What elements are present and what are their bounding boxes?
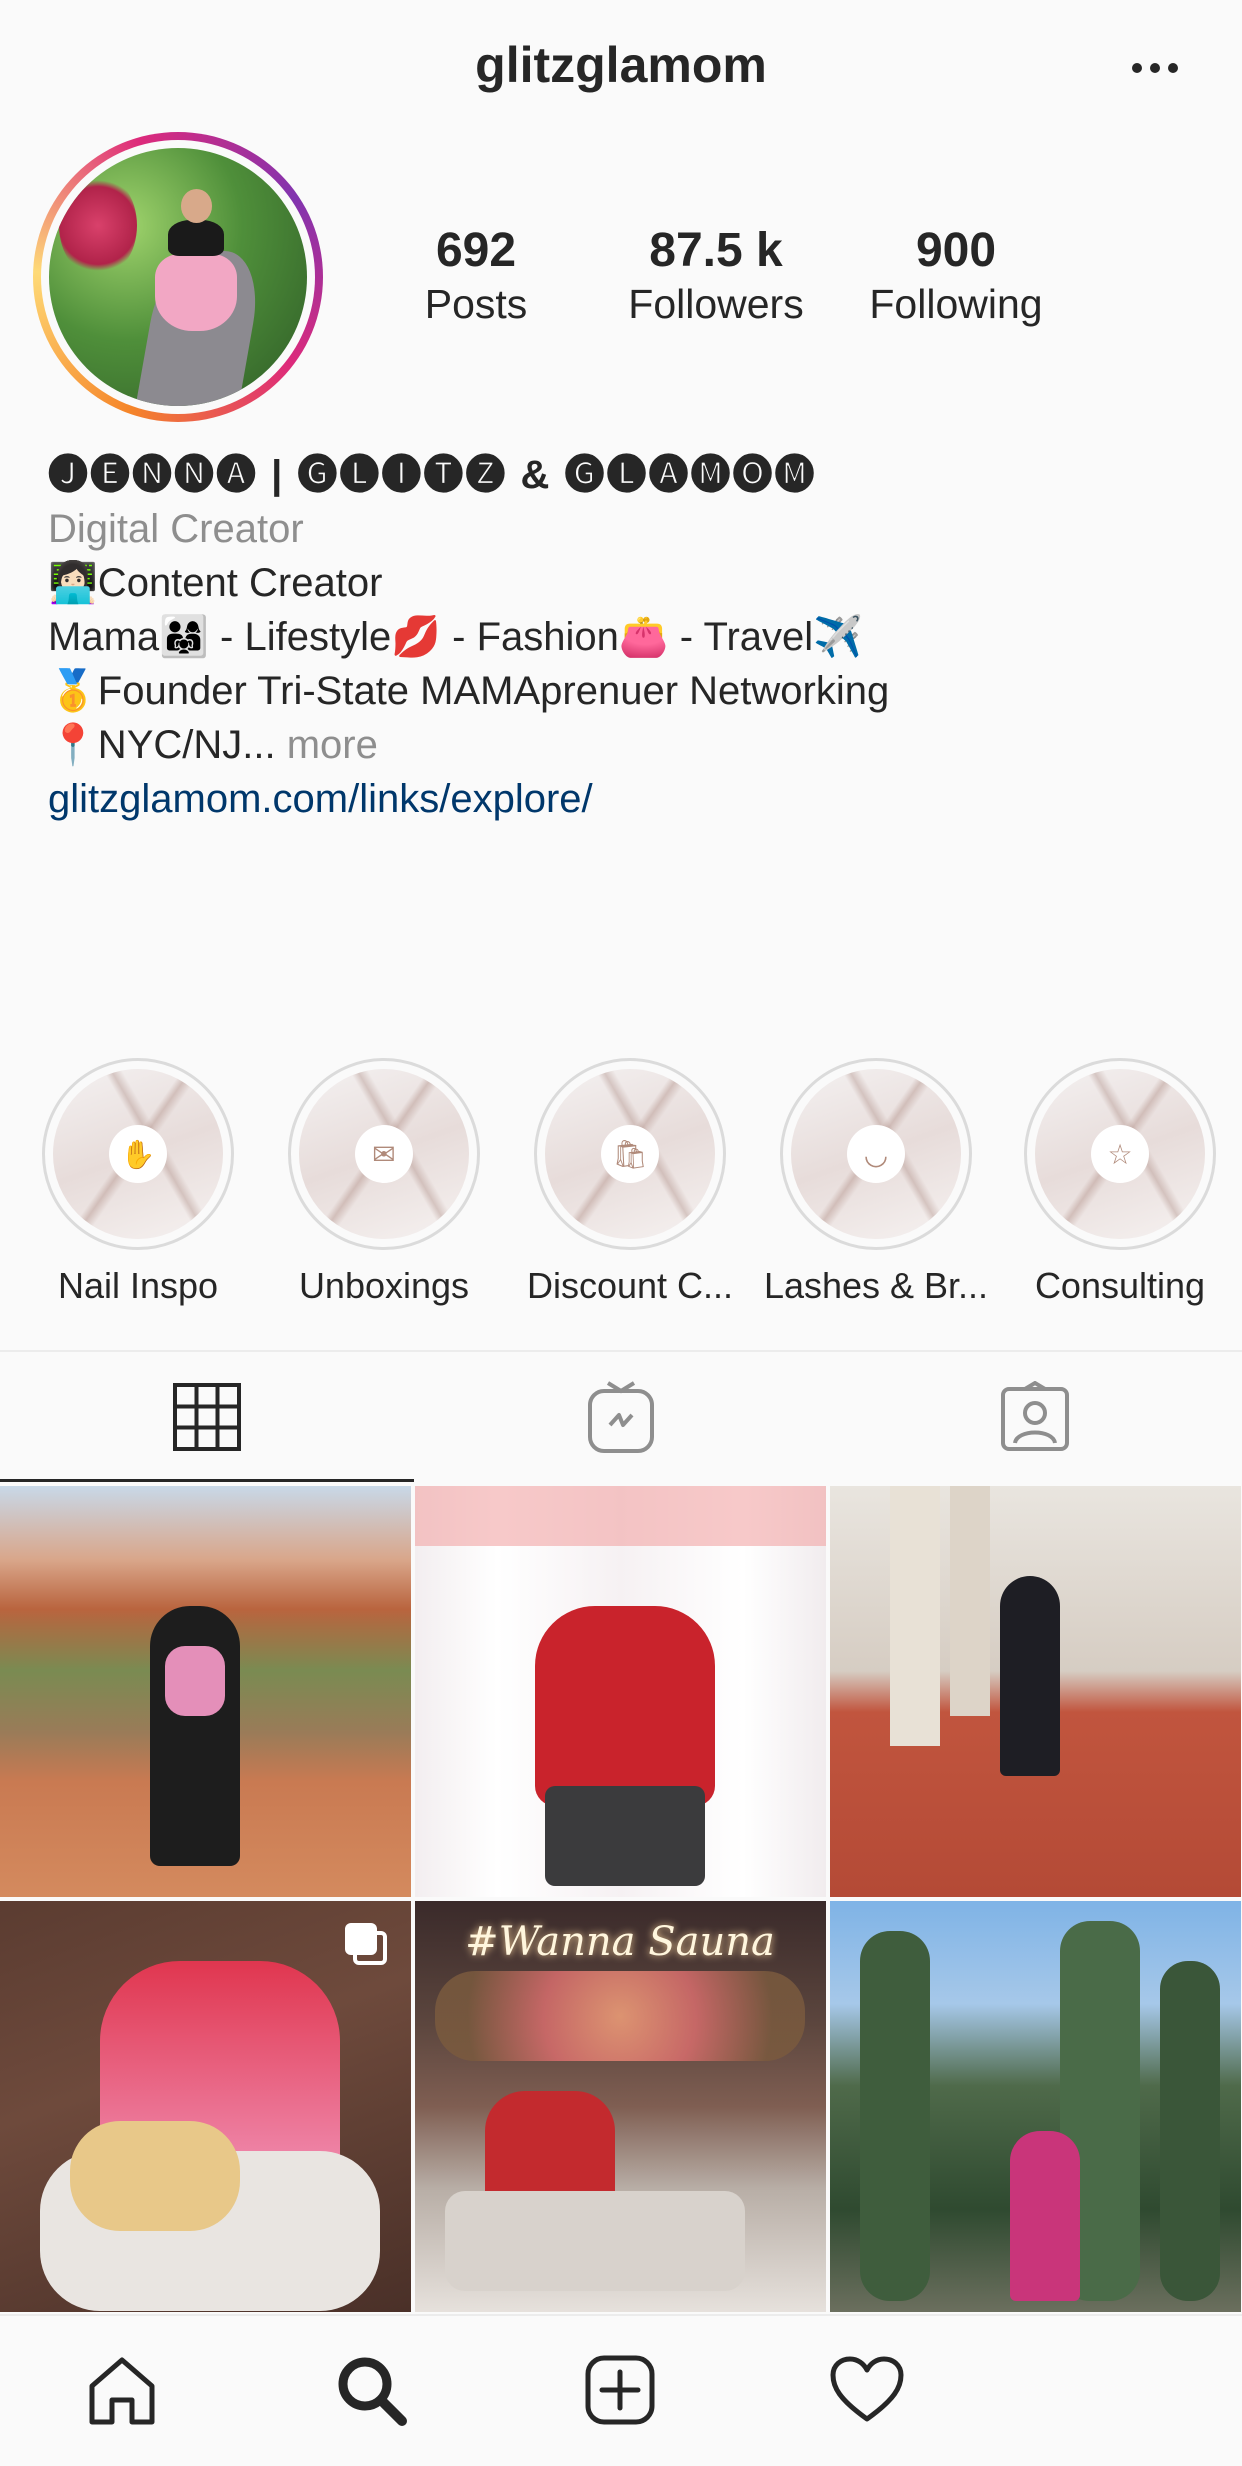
profile-tabs (0, 1350, 1242, 1482)
post-cactus (1160, 1961, 1220, 2301)
bio-line: 👩🏻‍💻Content Creator (48, 561, 383, 605)
followers-stat[interactable]: 87.5 k Followers (596, 224, 836, 330)
bio-website-link[interactable]: glitzglamom.com/links/explore/ (48, 772, 1198, 826)
more-dot (1150, 63, 1160, 73)
post-pillows (445, 2191, 745, 2291)
followers-label: Followers (628, 281, 804, 327)
highlight-lashes-brows[interactable]: ◡ Lashes & Br... (756, 1058, 996, 1308)
highlight-ring: ◡ (780, 1058, 972, 1250)
post-person (1000, 1576, 1060, 1776)
following-count: 900 (915, 224, 997, 277)
highlight-cover: ✉ (299, 1069, 469, 1239)
add-post-icon (585, 2355, 655, 2425)
heart-icon (830, 2356, 904, 2422)
highlight-consulting[interactable]: ☆ Consulting (1000, 1058, 1240, 1308)
bottom-navigation (0, 2314, 1242, 2466)
posts-label: Posts (424, 281, 528, 327)
grid-icon (173, 1383, 241, 1451)
following-label: Following (869, 281, 1043, 327)
highlight-nail-inspo[interactable]: ✋ Nail Inspo (18, 1058, 258, 1308)
posts-grid: #Wanna Sauna (0, 1486, 1242, 2314)
shopping-bag-icon: 🛍 (601, 1125, 659, 1183)
post-puppy (70, 2121, 240, 2231)
highlight-ring: ✉ (288, 1058, 480, 1250)
post-person-shirt (165, 1646, 225, 1716)
star-icon: ☆ (1091, 1125, 1149, 1183)
posts-count: 692 (435, 224, 517, 277)
nav-search[interactable] (331, 2350, 411, 2430)
nav-new-post[interactable] (580, 2350, 660, 2430)
avatar (49, 148, 307, 406)
multi-icon-front (345, 1923, 377, 1955)
bio-location: 📍NYC/NJ... (48, 723, 276, 767)
envelope-icon: ✉ (355, 1125, 413, 1183)
avatar-person-skirt (154, 253, 238, 332)
highlight-cover: ✋ (53, 1069, 223, 1239)
post-tile-colonnade-walkway[interactable] (830, 1486, 1241, 1897)
following-stat[interactable]: 900 Following (836, 224, 1076, 330)
eye-lash-icon: ◡ (847, 1125, 905, 1183)
post-tile-valentine-love-backdrop[interactable] (415, 1486, 826, 1897)
profile-username: glitzglamom (475, 37, 767, 93)
more-dot (1168, 63, 1178, 73)
post-tile-wanna-sauna[interactable]: #Wanna Sauna (415, 1901, 826, 2312)
post-tile-puppy-on-couch[interactable] (0, 1901, 411, 2312)
more-horizontal-icon (1132, 63, 1142, 73)
tab-tagged[interactable] (828, 1352, 1242, 1482)
highlight-ring: 🛍 (534, 1058, 726, 1250)
avatar-person-head (180, 189, 212, 223)
post-person-shorts (545, 1786, 705, 1886)
nav-activity[interactable] (827, 2350, 907, 2430)
story-ring[interactable] (33, 132, 323, 422)
highlight-label: Consulting (1034, 1265, 1206, 1306)
post-column (950, 1486, 990, 1716)
highlight-cover: ☆ (1035, 1069, 1205, 1239)
nav-home[interactable] (82, 2350, 162, 2430)
more-options-button[interactable] (1120, 40, 1190, 96)
post-person-shirt (535, 1606, 715, 1806)
post-person (1010, 2131, 1080, 2301)
highlight-unboxings[interactable]: ✉ Unboxings (264, 1058, 504, 1308)
bio-line: Mama👨‍👩‍👧 - Lifestyle💋 - Fashion👛 - Trav… (48, 615, 863, 659)
nail-icon: ✋ (109, 1125, 167, 1183)
multiple-photos-icon (345, 1923, 387, 1965)
highlight-ring: ☆ (1024, 1058, 1216, 1250)
post-column (890, 1486, 940, 1746)
bio-line: 🥇Founder Tri-State MAMAprenuer Networkin… (48, 669, 890, 713)
tab-igtv[interactable] (414, 1352, 828, 1482)
post-neon-sign: #Wanna Sauna (465, 1919, 775, 1965)
post-cactus (860, 1931, 930, 2301)
avatar-flowers (59, 173, 137, 277)
search-icon (338, 2357, 407, 2426)
highlight-label: Lashes & Br... (763, 1265, 989, 1306)
highlight-discount-codes[interactable]: 🛍 Discount C... (510, 1058, 750, 1308)
bio-more-link[interactable]: more (287, 723, 378, 767)
profile-bio: 🅙🅔🅝🅝🅐 | 🅖🅛🅘🅣🅩 & 🅖🅛🅐🅜🅞🅜 Digital Creator 👩… (48, 448, 1198, 826)
highlight-cover: ◡ (791, 1069, 961, 1239)
followers-count: 87.5 k (649, 224, 783, 277)
story-highlights: ✋ Nail Inspo ✉ Unboxings 🛍 Discount C... (0, 1058, 1242, 1318)
post-tile-red-rock-canyon[interactable] (0, 1486, 411, 1897)
bio-line: 📍NYC/NJ... more (48, 718, 1198, 772)
highlight-label: Unboxings (298, 1265, 470, 1306)
highlight-label: Discount C... (526, 1265, 734, 1306)
tagged-icon (1001, 1381, 1069, 1451)
post-flower-wall (435, 1971, 805, 2061)
highlight-ring: ✋ (42, 1058, 234, 1250)
igtv-icon (588, 1381, 654, 1453)
profile-screen: glitzglamom 692 Posts 87.5 k Followers 9… (0, 0, 1242, 2466)
posts-stat[interactable]: 692 Posts (356, 224, 596, 330)
avatar-frame (41, 140, 315, 414)
category-label: Digital Creator (48, 507, 304, 551)
display-name: 🅙🅔🅝🅝🅐 | 🅖🅛🅘🅣🅩 & 🅖🅛🅐🅜🅞🅜 (48, 453, 817, 497)
top-bar: glitzglamom (0, 0, 1242, 135)
avatar-person-top (167, 220, 225, 257)
highlight-label: Nail Inspo (57, 1265, 219, 1306)
post-person (150, 1606, 240, 1866)
home-icon (89, 2357, 155, 2425)
tab-grid[interactable] (0, 1352, 414, 1482)
post-tile-cactus-garden[interactable] (830, 1901, 1241, 2312)
post-backdrop-drape (415, 1486, 826, 1546)
highlight-cover: 🛍 (545, 1069, 715, 1239)
